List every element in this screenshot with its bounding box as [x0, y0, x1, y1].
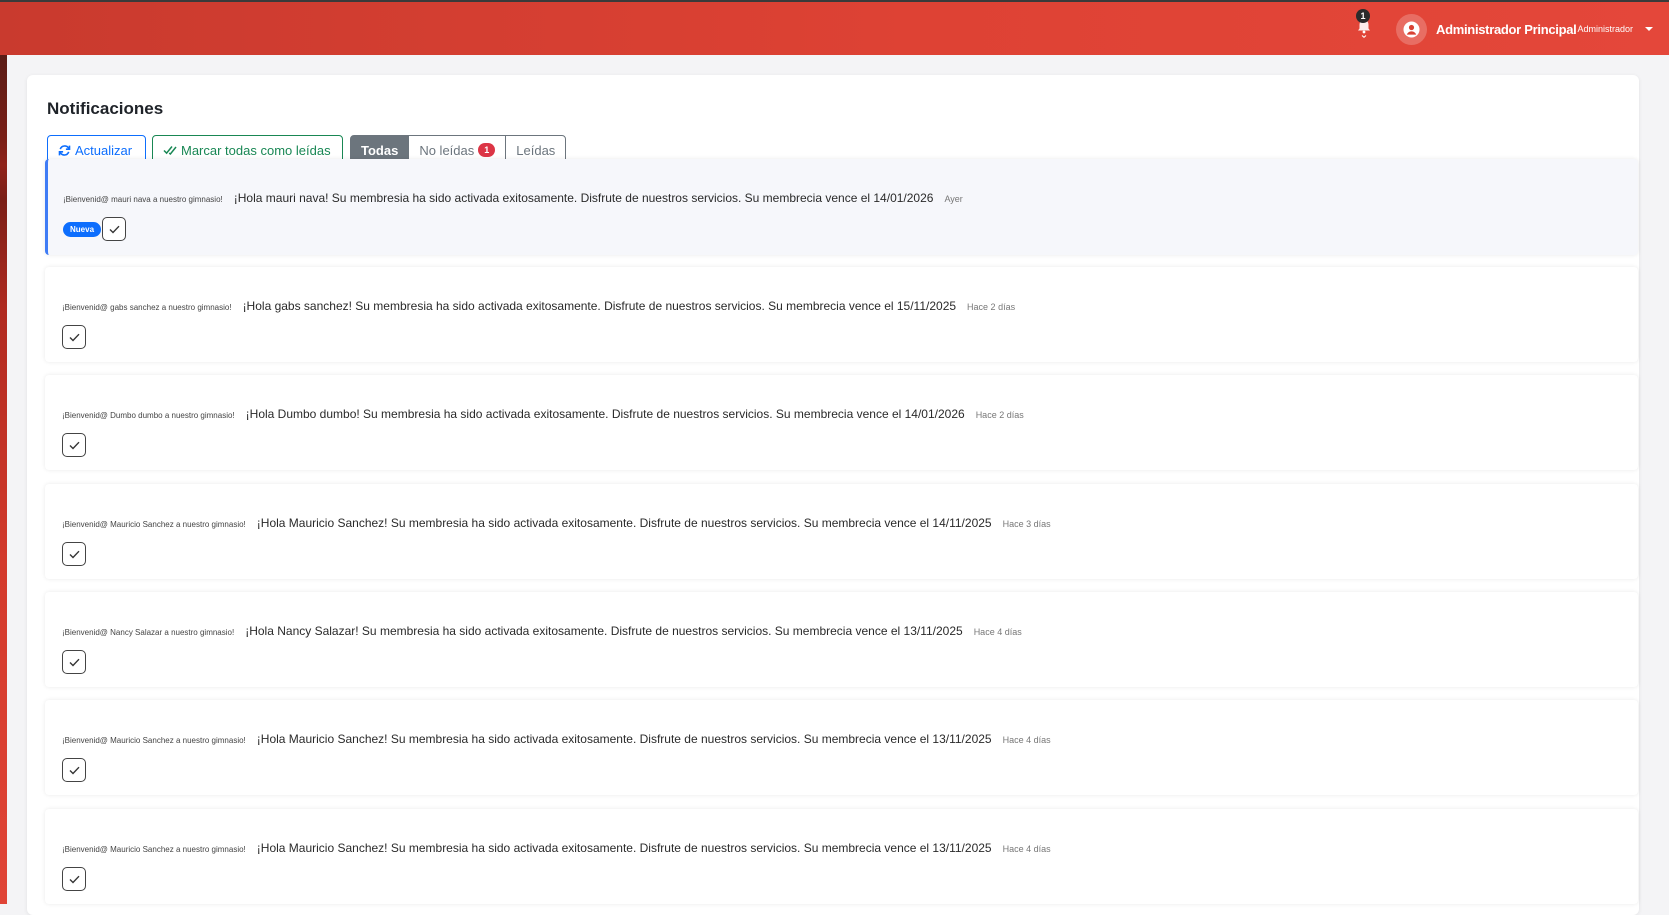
notification-content: ¡Bienvenid@ Mauricio Sanchez a nuestro g… — [62, 732, 1051, 746]
notification-message: ¡Hola Mauricio Sanchez! Su membresia ha … — [256, 732, 992, 746]
tab-read-label: Leídas — [516, 142, 556, 158]
notification-content: ¡Bienvenid@ Mauricio Sanchez a nuestro g… — [62, 841, 1051, 855]
check-icon — [69, 875, 80, 884]
notification-actions — [62, 433, 86, 457]
user-circle-icon — [1403, 21, 1420, 37]
notification-content: ¡Bienvenid@ mauri nava a nuestro gimnasi… — [63, 191, 963, 205]
notification-actions — [62, 650, 86, 674]
notification-actions — [62, 542, 86, 566]
mark-read-button[interactable] — [62, 758, 86, 782]
mark-read-button[interactable] — [62, 650, 86, 674]
notification-actions — [62, 325, 86, 349]
notification-content: ¡Bienvenid@ gabs sanchez a nuestro gimna… — [62, 299, 1015, 313]
notification-item[interactable]: ¡Bienvenid@ Dumbo dumbo a nuestro gimnas… — [45, 375, 1638, 470]
mark-read-button[interactable] — [62, 433, 86, 457]
user-role: Administrador — [1577, 24, 1633, 34]
double-check-icon — [163, 146, 177, 156]
notification-message: ¡Hola Dumbo dumbo! Su membresia ha sido … — [245, 407, 965, 421]
notification-message: ¡Hola gabs sanchez! Su membresia ha sido… — [242, 299, 957, 313]
unread-count-badge: 1 — [478, 143, 496, 157]
check-icon — [69, 333, 80, 342]
notification-title: ¡Bienvenid@ Dumbo dumbo a nuestro gimnas… — [62, 411, 235, 420]
avatar — [1396, 13, 1427, 45]
page-title: Notificaciones — [47, 99, 164, 118]
tab-all-label: Todas — [361, 142, 399, 158]
notification-time: Hace 4 días — [1002, 844, 1051, 854]
notification-message: ¡Hola Mauricio Sanchez! Su membresia ha … — [256, 516, 992, 530]
notification-time: Hace 4 días — [1002, 735, 1051, 745]
notifications-card: Notificaciones Actualizar Marcar todas c… — [27, 75, 1639, 915]
notification-item[interactable]: ¡Bienvenid@ Mauricio Sanchez a nuestro g… — [45, 700, 1638, 795]
refresh-icon — [58, 144, 71, 156]
chevron-down-icon — [1645, 27, 1653, 31]
notification-title: ¡Bienvenid@ gabs sanchez a nuestro gimna… — [62, 303, 232, 312]
notification-time: Hace 4 días — [973, 627, 1022, 637]
sidebar-edge — [0, 55, 7, 904]
notification-time: Hace 2 días — [967, 302, 1016, 312]
new-badge: Nueva — [63, 221, 102, 237]
check-icon — [69, 766, 80, 775]
notification-time: Hace 2 días — [975, 410, 1024, 420]
notification-title: ¡Bienvenid@ Mauricio Sanchez a nuestro g… — [62, 520, 246, 529]
notification-item[interactable]: ¡Bienvenid@ Nancy Salazar a nuestro gimn… — [45, 592, 1638, 687]
notification-content: ¡Bienvenid@ Mauricio Sanchez a nuestro g… — [62, 516, 1051, 530]
mark-read-button[interactable] — [102, 217, 127, 241]
notification-time: Ayer — [944, 194, 963, 204]
user-name: Administrador Principal — [1436, 21, 1577, 37]
notification-actions: Nueva — [63, 217, 127, 241]
notification-title: ¡Bienvenid@ Nancy Salazar a nuestro gimn… — [62, 628, 235, 637]
notification-actions — [62, 758, 86, 782]
user-menu[interactable]: Administrador Principal Administrador — [1396, 13, 1653, 45]
check-icon — [69, 550, 80, 559]
notification-message: ¡Hola Mauricio Sanchez! Su membresia ha … — [256, 841, 992, 855]
notification-title: ¡Bienvenid@ Mauricio Sanchez a nuestro g… — [62, 736, 246, 745]
notification-item[interactable]: ¡Bienvenid@ Mauricio Sanchez a nuestro g… — [45, 484, 1638, 579]
mark-all-read-label: Marcar todas como leídas — [181, 142, 331, 158]
notification-content: ¡Bienvenid@ Nancy Salazar a nuestro gimn… — [62, 624, 1022, 638]
notification-message: ¡Hola Nancy Salazar! Su membresia ha sid… — [245, 624, 963, 638]
check-icon — [69, 658, 80, 667]
notification-item[interactable]: ¡Bienvenid@ Mauricio Sanchez a nuestro g… — [45, 809, 1638, 904]
mark-read-button[interactable] — [62, 325, 86, 349]
notification-actions — [62, 867, 86, 891]
notification-title: ¡Bienvenid@ mauri nava a nuestro gimnasi… — [63, 195, 223, 204]
bell-count-badge: 1 — [1356, 9, 1370, 23]
notification-item[interactable]: ¡Bienvenid@ mauri nava a nuestro gimnasi… — [45, 159, 1638, 255]
notification-content: ¡Bienvenid@ Dumbo dumbo a nuestro gimnas… — [62, 407, 1024, 421]
refresh-label: Actualizar — [75, 142, 133, 158]
notification-message: ¡Hola mauri nava! Su membresia ha sido a… — [233, 191, 934, 205]
mark-read-button[interactable] — [62, 542, 86, 566]
check-icon — [109, 225, 120, 234]
mark-read-button[interactable] — [62, 867, 86, 891]
notification-item[interactable]: ¡Bienvenid@ gabs sanchez a nuestro gimna… — [45, 267, 1638, 362]
tab-unread-label: No leídas — [419, 142, 475, 158]
notification-time: Hace 3 días — [1002, 519, 1051, 529]
check-icon — [69, 441, 80, 450]
notification-title: ¡Bienvenid@ Mauricio Sanchez a nuestro g… — [62, 845, 246, 854]
